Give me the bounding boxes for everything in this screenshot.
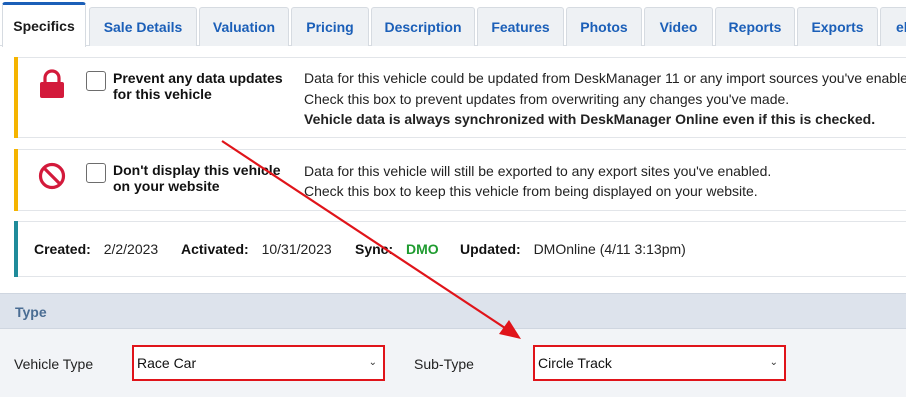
created-info: Created: 2/2/2023 — [34, 241, 158, 257]
sync-label: Sync: — [355, 241, 394, 257]
warning-accent-bar — [14, 149, 18, 211]
vehicle-info-panel: Created: 2/2/2023 Activated: 10/31/2023 … — [14, 221, 906, 277]
prevent-updates-desc-3: Vehicle data is always synchronized with… — [304, 111, 876, 127]
prevent-updates-desc-1: Data for this vehicle could be updated f… — [304, 70, 906, 86]
chevron-down-icon: ⌄ — [769, 357, 778, 368]
activated-info: Activated: 10/31/2023 — [181, 241, 332, 257]
vehicle-type-value: Race Car — [137, 355, 197, 371]
vehicle-type-label: Vehicle Type — [14, 356, 94, 372]
tab-specifics[interactable]: Specifics — [2, 2, 86, 47]
ban-icon — [38, 162, 66, 190]
info-accent-bar — [14, 221, 18, 277]
prevent-updates-panel: Prevent any data updates for this vehicl… — [14, 57, 906, 138]
created-value: 2/2/2023 — [103, 241, 159, 257]
prevent-updates-checkbox[interactable] — [86, 71, 106, 91]
no-display-desc-1: Data for this vehicle will still be expo… — [304, 163, 772, 179]
tab-reports[interactable]: Reports — [715, 7, 795, 46]
warning-accent-bar — [14, 57, 18, 138]
activated-label: Activated: — [181, 241, 249, 257]
chevron-down-icon: ⌄ — [368, 357, 377, 368]
created-label: Created: — [34, 241, 91, 257]
sub-type-label: Sub-Type — [414, 356, 474, 372]
vehicle-type-select[interactable]: Race Car ⌄ — [132, 345, 385, 381]
tab-overflow[interactable]: el — [880, 7, 906, 46]
no-display-panel: Don't display this vehicle on your websi… — [14, 149, 906, 211]
tab-photos[interactable]: Photos — [566, 7, 642, 46]
tab-valuation[interactable]: Valuation — [199, 7, 289, 46]
sync-info: Sync: DMO — [355, 241, 439, 257]
lock-icon — [40, 69, 64, 98]
type-section-header: Type — [0, 293, 906, 329]
tab-pricing[interactable]: Pricing — [291, 7, 369, 46]
tab-exports[interactable]: Exports — [797, 7, 878, 46]
tab-bar: Specifics Sale Details Valuation Pricing… — [0, 0, 906, 47]
updated-label: Updated: — [460, 241, 521, 257]
tab-features[interactable]: Features — [477, 7, 564, 46]
updated-info: Updated: DMOnline (4/11 3:13pm) — [460, 241, 686, 257]
tab-description[interactable]: Description — [371, 7, 475, 46]
tab-sale-details[interactable]: Sale Details — [89, 7, 197, 46]
updated-value: DMOnline (4/11 3:13pm) — [533, 241, 686, 257]
no-display-label: Don't display this vehicle on your websi… — [113, 162, 281, 194]
sub-type-select[interactable]: Circle Track ⌄ — [533, 345, 786, 381]
no-display-checkbox[interactable] — [86, 163, 106, 183]
sync-value: DMO — [406, 241, 439, 257]
no-display-desc-2: Check this box to keep this vehicle from… — [304, 183, 758, 199]
prevent-updates-label: Prevent any data updates for this vehicl… — [113, 70, 283, 102]
tab-video[interactable]: Video — [644, 7, 713, 46]
activated-value: 10/31/2023 — [261, 241, 332, 257]
prevent-updates-desc-2: Check this box to prevent updates from o… — [304, 91, 790, 107]
sub-type-value: Circle Track — [538, 355, 612, 371]
